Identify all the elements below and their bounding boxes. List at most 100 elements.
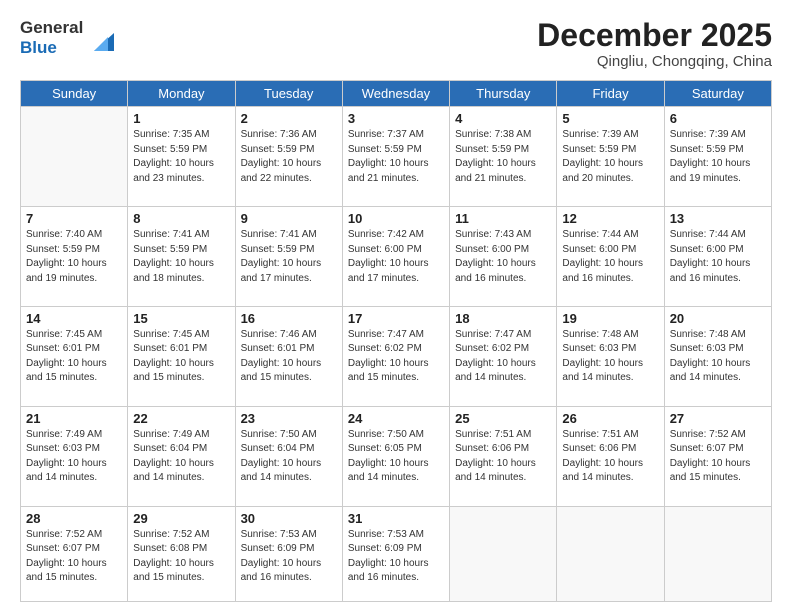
day-number: 6 (670, 111, 766, 126)
logo-blue: Blue (20, 38, 83, 58)
cell-info: Sunrise: 7:39 AMSunset: 5:59 PMDaylight:… (670, 128, 766, 186)
cell-info: Sunrise: 7:42 AMSunset: 6:00 PMDaylight:… (348, 228, 444, 286)
day-number: 8 (133, 211, 229, 226)
calendar-cell: 6 Sunrise: 7:39 AMSunset: 5:59 PMDaylight… (664, 107, 771, 207)
calendar-cell: 5 Sunrise: 7:39 AMSunset: 5:59 PMDaylight… (557, 107, 664, 207)
day-number: 24 (348, 411, 444, 426)
calendar-cell: 15 Sunrise: 7:45 AMSunset: 6:01 PMDayligh… (128, 306, 235, 406)
calendar-cell: 27 Sunrise: 7:52 AMSunset: 6:07 PMDayligh… (664, 406, 771, 506)
day-number: 14 (26, 311, 122, 326)
day-number: 1 (133, 111, 229, 126)
weekday-friday: Friday (557, 81, 664, 107)
weekday-sunday: Sunday (21, 81, 128, 107)
week-row-1: 7 Sunrise: 7:40 AMSunset: 5:59 PMDaylight… (21, 207, 772, 307)
cell-info: Sunrise: 7:52 AMSunset: 6:07 PMDaylight:… (26, 528, 122, 586)
page: General Blue December 2025 Qingliu, Chon… (0, 0, 792, 612)
calendar-cell: 9 Sunrise: 7:41 AMSunset: 5:59 PMDaylight… (235, 207, 342, 307)
logo: General Blue (20, 18, 116, 57)
day-number: 20 (670, 311, 766, 326)
day-number: 3 (348, 111, 444, 126)
cell-info: Sunrise: 7:49 AMSunset: 6:04 PMDaylight:… (133, 428, 229, 486)
calendar-cell: 20 Sunrise: 7:48 AMSunset: 6:03 PMDayligh… (664, 306, 771, 406)
week-row-0: 1 Sunrise: 7:35 AMSunset: 5:59 PMDaylight… (21, 107, 772, 207)
day-number: 21 (26, 411, 122, 426)
calendar-cell: 14 Sunrise: 7:45 AMSunset: 6:01 PMDayligh… (21, 306, 128, 406)
cell-info: Sunrise: 7:48 AMSunset: 6:03 PMDaylight:… (562, 328, 658, 386)
calendar-cell: 12 Sunrise: 7:44 AMSunset: 6:00 PMDayligh… (557, 207, 664, 307)
day-number: 17 (348, 311, 444, 326)
day-number: 13 (670, 211, 766, 226)
cell-info: Sunrise: 7:51 AMSunset: 6:06 PMDaylight:… (562, 428, 658, 486)
cell-info: Sunrise: 7:52 AMSunset: 6:07 PMDaylight:… (670, 428, 766, 486)
calendar-cell (450, 506, 557, 601)
cell-info: Sunrise: 7:38 AMSunset: 5:59 PMDaylight:… (455, 128, 551, 186)
cell-info: Sunrise: 7:50 AMSunset: 6:05 PMDaylight:… (348, 428, 444, 486)
day-number: 10 (348, 211, 444, 226)
cell-info: Sunrise: 7:41 AMSunset: 5:59 PMDaylight:… (241, 228, 337, 286)
cell-info: Sunrise: 7:47 AMSunset: 6:02 PMDaylight:… (348, 328, 444, 386)
calendar-cell: 23Sunrise: 7:50 AMSunset: 6:04 PMDayligh… (235, 406, 342, 506)
location: Qingliu, Chongqing, China (537, 53, 772, 70)
day-number: 29 (133, 511, 229, 526)
calendar-cell: 1 Sunrise: 7:35 AMSunset: 5:59 PMDaylight… (128, 107, 235, 207)
day-number: 30 (241, 511, 337, 526)
calendar-cell: 26 Sunrise: 7:51 AMSunset: 6:06 PMDayligh… (557, 406, 664, 506)
cell-info: Sunrise: 7:46 AMSunset: 6:01 PMDaylight:… (241, 328, 337, 386)
cell-info: Sunrise: 7:37 AMSunset: 5:59 PMDaylight:… (348, 128, 444, 186)
cell-info: Sunrise: 7:45 AMSunset: 6:01 PMDaylight:… (26, 328, 122, 386)
logo-icon (86, 23, 116, 53)
cell-info: Sunrise: 7:41 AMSunset: 5:59 PMDaylight:… (133, 228, 229, 286)
day-number: 26 (562, 411, 658, 426)
weekday-tuesday: Tuesday (235, 81, 342, 107)
day-number: 27 (670, 411, 766, 426)
cell-info: Sunrise: 7:50 AMSunset: 6:04 PMDaylight:… (241, 428, 337, 486)
calendar-cell: 31 Sunrise: 7:53 AMSunset: 6:09 PMDayligh… (342, 506, 449, 601)
cell-info: Sunrise: 7:43 AMSunset: 6:00 PMDaylight:… (455, 228, 551, 286)
day-number: 15 (133, 311, 229, 326)
calendar-cell: 19 Sunrise: 7:48 AMSunset: 6:03 PMDayligh… (557, 306, 664, 406)
weekday-thursday: Thursday (450, 81, 557, 107)
calendar-cell: 7 Sunrise: 7:40 AMSunset: 5:59 PMDaylight… (21, 207, 128, 307)
title-block: December 2025 Qingliu, Chongqing, China (537, 18, 772, 70)
day-number: 11 (455, 211, 551, 226)
cell-info: Sunrise: 7:45 AMSunset: 6:01 PMDaylight:… (133, 328, 229, 386)
calendar-cell: 11 Sunrise: 7:43 AMSunset: 6:00 PMDayligh… (450, 207, 557, 307)
day-number: 18 (455, 311, 551, 326)
cell-info: Sunrise: 7:48 AMSunset: 6:03 PMDaylight:… (670, 328, 766, 386)
cell-info: Sunrise: 7:35 AMSunset: 5:59 PMDaylight:… (133, 128, 229, 186)
cell-info: Sunrise: 7:40 AMSunset: 5:59 PMDaylight:… (26, 228, 122, 286)
week-row-2: 14 Sunrise: 7:45 AMSunset: 6:01 PMDayligh… (21, 306, 772, 406)
cell-info: Sunrise: 7:53 AMSunset: 6:09 PMDaylight:… (241, 528, 337, 586)
cell-info: Sunrise: 7:36 AMSunset: 5:59 PMDaylight:… (241, 128, 337, 186)
cell-info: Sunrise: 7:44 AMSunset: 6:00 PMDaylight:… (562, 228, 658, 286)
week-row-4: 28Sunrise: 7:52 AMSunset: 6:07 PMDayligh… (21, 506, 772, 601)
calendar-cell: 3 Sunrise: 7:37 AMSunset: 5:59 PMDaylight… (342, 107, 449, 207)
day-number: 31 (348, 511, 444, 526)
calendar-cell: 22 Sunrise: 7:49 AMSunset: 6:04 PMDayligh… (128, 406, 235, 506)
day-number: 25 (455, 411, 551, 426)
cell-info: Sunrise: 7:44 AMSunset: 6:00 PMDaylight:… (670, 228, 766, 286)
day-number: 2 (241, 111, 337, 126)
day-number: 19 (562, 311, 658, 326)
calendar-table: SundayMondayTuesdayWednesdayThursdayFrid… (20, 80, 772, 602)
day-number: 4 (455, 111, 551, 126)
day-number: 22 (133, 411, 229, 426)
weekday-monday: Monday (128, 81, 235, 107)
calendar-cell: 28Sunrise: 7:52 AMSunset: 6:07 PMDayligh… (21, 506, 128, 601)
calendar-cell: 24 Sunrise: 7:50 AMSunset: 6:05 PMDayligh… (342, 406, 449, 506)
day-number: 9 (241, 211, 337, 226)
cell-info: Sunrise: 7:39 AMSunset: 5:59 PMDaylight:… (562, 128, 658, 186)
calendar-cell: 8 Sunrise: 7:41 AMSunset: 5:59 PMDaylight… (128, 207, 235, 307)
day-number: 12 (562, 211, 658, 226)
weekday-saturday: Saturday (664, 81, 771, 107)
cell-info: Sunrise: 7:52 AMSunset: 6:08 PMDaylight:… (133, 528, 229, 586)
cell-info: Sunrise: 7:53 AMSunset: 6:09 PMDaylight:… (348, 528, 444, 586)
day-number: 7 (26, 211, 122, 226)
weekday-header-row: SundayMondayTuesdayWednesdayThursdayFrid… (21, 81, 772, 107)
cell-info: Sunrise: 7:47 AMSunset: 6:02 PMDaylight:… (455, 328, 551, 386)
calendar-body: 1 Sunrise: 7:35 AMSunset: 5:59 PMDaylight… (21, 107, 772, 602)
calendar-cell: 29 Sunrise: 7:52 AMSunset: 6:08 PMDayligh… (128, 506, 235, 601)
calendar-cell: 25Sunrise: 7:51 AMSunset: 6:06 PMDayligh… (450, 406, 557, 506)
day-number: 5 (562, 111, 658, 126)
cell-info: Sunrise: 7:49 AMSunset: 6:03 PMDaylight:… (26, 428, 122, 486)
